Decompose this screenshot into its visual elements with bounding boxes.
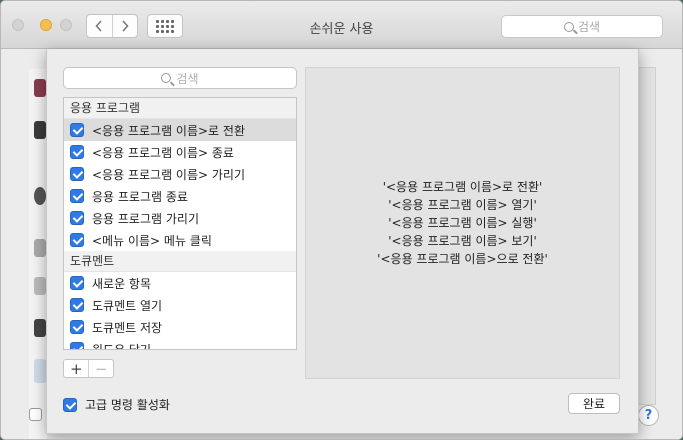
section-header: 응용 프로그램 (64, 98, 296, 119)
checkbox[interactable] (70, 298, 84, 312)
category-icon (34, 187, 46, 205)
category-icon (34, 121, 46, 139)
search-placeholder: 검색 (577, 20, 601, 34)
preferences-window: 손쉬운 사용 검색 ? 검색 응용 프로그램 <응용 프로그램 이름>로 전환 (0, 0, 683, 440)
category-icon (34, 319, 46, 337)
list-item-label: 도큐멘트 열기 (92, 298, 163, 313)
list-item[interactable]: <응용 프로그램 이름> 종료 (64, 141, 296, 163)
list-item-label: 응용 프로그램 종료 (92, 189, 188, 204)
list-item-label: 응용 프로그램 가리기 (92, 211, 199, 226)
list-item[interactable]: 새로운 항목 (64, 272, 296, 294)
list-item[interactable]: 도큐멘트 저장 (64, 316, 296, 338)
list-item-label: 도큐멘트 저장 (92, 320, 163, 335)
title-bar: 손쉬운 사용 검색 (1, 1, 682, 49)
list-item[interactable]: 윈도우 닫기 (64, 338, 296, 350)
category-icon (34, 277, 46, 295)
list-item-label: <응용 프로그램 이름>로 전환 (92, 123, 245, 138)
list-item-label: 윈도우 닫기 (92, 342, 152, 350)
checkbox[interactable] (70, 320, 84, 334)
checkbox[interactable] (70, 145, 84, 159)
advanced-commands-label: 고급 명령 활성화 (85, 398, 170, 412)
list-item[interactable]: 응용 프로그램 가리기 (64, 207, 296, 229)
list-item-label: 새로운 항목 (92, 276, 152, 291)
preview-phrase: '<응용 프로그램 이름>로 전환' (382, 180, 543, 194)
list-item[interactable]: 도큐멘트 열기 (64, 294, 296, 316)
list-item[interactable]: <응용 프로그램 이름> 가리기 (64, 163, 296, 185)
done-button[interactable]: 완료 (568, 393, 620, 414)
help-button[interactable]: ? (638, 405, 659, 426)
list-item-label: <응용 프로그램 이름> 종료 (92, 145, 234, 160)
advanced-commands-option[interactable]: 고급 명령 활성화 (63, 396, 170, 413)
commands-search-field[interactable]: 검색 (63, 67, 297, 89)
search-placeholder: 검색 (176, 71, 199, 86)
list-item[interactable]: <응용 프로그램 이름>로 전환 (64, 119, 296, 141)
add-remove-control: + − (63, 359, 114, 378)
category-icon (34, 359, 46, 383)
list-item[interactable]: <메뉴 이름> 메뉴 클릭 (64, 229, 296, 251)
preview-phrase: '<응용 프로그램 이름> 열기' (388, 198, 537, 212)
preferences-search-field[interactable]: 검색 (501, 15, 663, 38)
list-item[interactable]: 응용 프로그램 종료 (64, 185, 296, 207)
preview-phrase: '<응용 프로그램 이름> 실행' (388, 216, 537, 230)
list-item-label: <응용 프로그램 이름> 가리기 (92, 167, 245, 182)
commands-sheet: 검색 응용 프로그램 <응용 프로그램 이름>로 전환 <응용 프로그램 이름>… (46, 49, 639, 434)
checkbox[interactable] (70, 276, 84, 290)
checkbox[interactable] (70, 123, 84, 137)
category-icon (34, 79, 46, 97)
list-item-label: <메뉴 이름> 메뉴 클릭 (92, 233, 212, 248)
checkbox[interactable] (70, 233, 84, 247)
preview-phrase: '<응용 프로그램 이름>으로 전환' (377, 252, 548, 266)
preview-phrase: '<응용 프로그램 이름> 보기' (388, 234, 537, 248)
phrase-preview-panel: '<응용 프로그램 이름>로 전환' '<응용 프로그램 이름> 열기' '<응… (305, 67, 620, 379)
checkbox[interactable] (70, 189, 84, 203)
search-icon (563, 21, 574, 32)
add-command-button[interactable]: + (64, 360, 88, 378)
advanced-commands-checkbox[interactable] (63, 397, 77, 412)
search-icon (161, 73, 172, 83)
remove-command-button[interactable]: − (88, 360, 113, 378)
checkbox[interactable] (70, 167, 84, 181)
checkbox[interactable] (70, 211, 84, 225)
checkbox[interactable] (70, 342, 84, 349)
section-header: 도큐멘트 (64, 251, 296, 272)
commands-list[interactable]: 응용 프로그램 <응용 프로그램 이름>로 전환 <응용 프로그램 이름> 종료… (63, 97, 297, 350)
background-checkbox[interactable] (29, 408, 42, 421)
category-icon (34, 239, 46, 257)
